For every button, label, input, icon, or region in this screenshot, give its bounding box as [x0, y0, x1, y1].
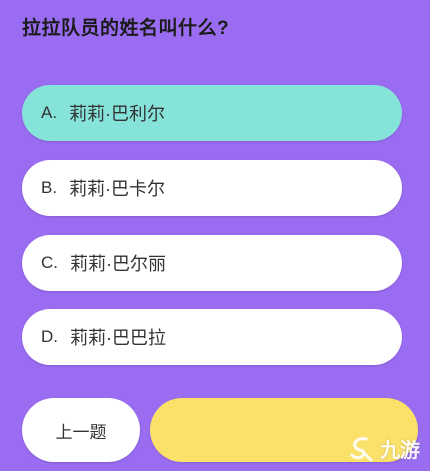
- option-text: 莉莉·巴尔丽: [70, 254, 166, 274]
- option-letter: A.: [41, 103, 58, 122]
- option-c[interactable]: C. 莉莉·巴尔丽: [22, 235, 402, 291]
- option-letter: B.: [41, 178, 58, 197]
- previous-question-button[interactable]: 上一题: [22, 398, 140, 462]
- option-text: 莉莉·巴巴拉: [70, 328, 166, 348]
- option-text: 莉莉·巴卡尔: [69, 179, 166, 199]
- option-b[interactable]: B. 莉莉·巴卡尔: [22, 160, 402, 216]
- watermark-text: 九游: [380, 439, 420, 462]
- watermark: 九游: [346, 433, 420, 463]
- option-letter: D.: [41, 327, 58, 346]
- question-title: 拉拉队员的姓名叫什么?: [22, 18, 230, 39]
- jiuyou-logo-icon: [350, 437, 373, 462]
- option-a[interactable]: A. 莉莉·巴利尔: [22, 85, 402, 141]
- option-letter: C.: [41, 253, 58, 272]
- option-text: 莉莉·巴利尔: [69, 104, 166, 124]
- previous-question-label: 上一题: [55, 422, 107, 442]
- option-d[interactable]: D. 莉莉·巴巴拉: [22, 309, 402, 365]
